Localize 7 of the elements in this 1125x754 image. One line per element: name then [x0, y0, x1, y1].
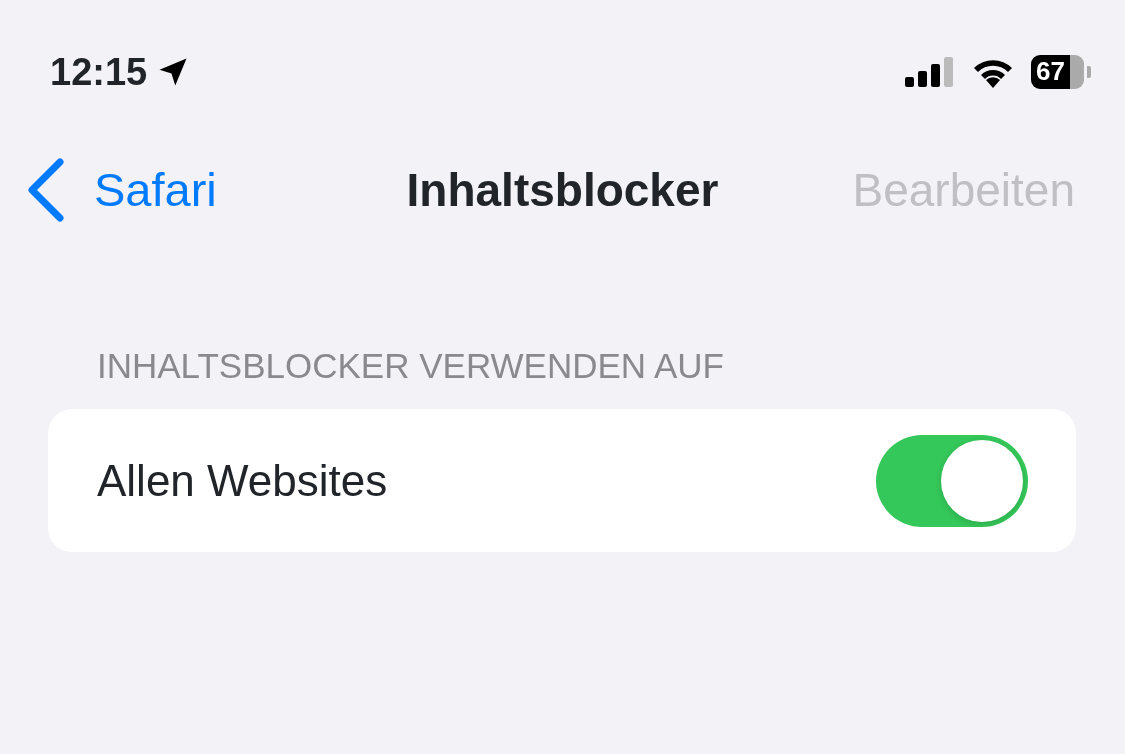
row-label: Allen Websites	[97, 454, 388, 507]
back-button[interactable]: Safari	[26, 154, 217, 226]
page-title: Inhaltsblocker	[406, 162, 719, 218]
section-header: INHALTSBLOCKER VERWENDEN AUF	[96, 345, 725, 383]
signal-icon	[905, 57, 956, 87]
chevron-left-icon	[26, 158, 66, 222]
status-time: 12:15	[50, 53, 148, 91]
